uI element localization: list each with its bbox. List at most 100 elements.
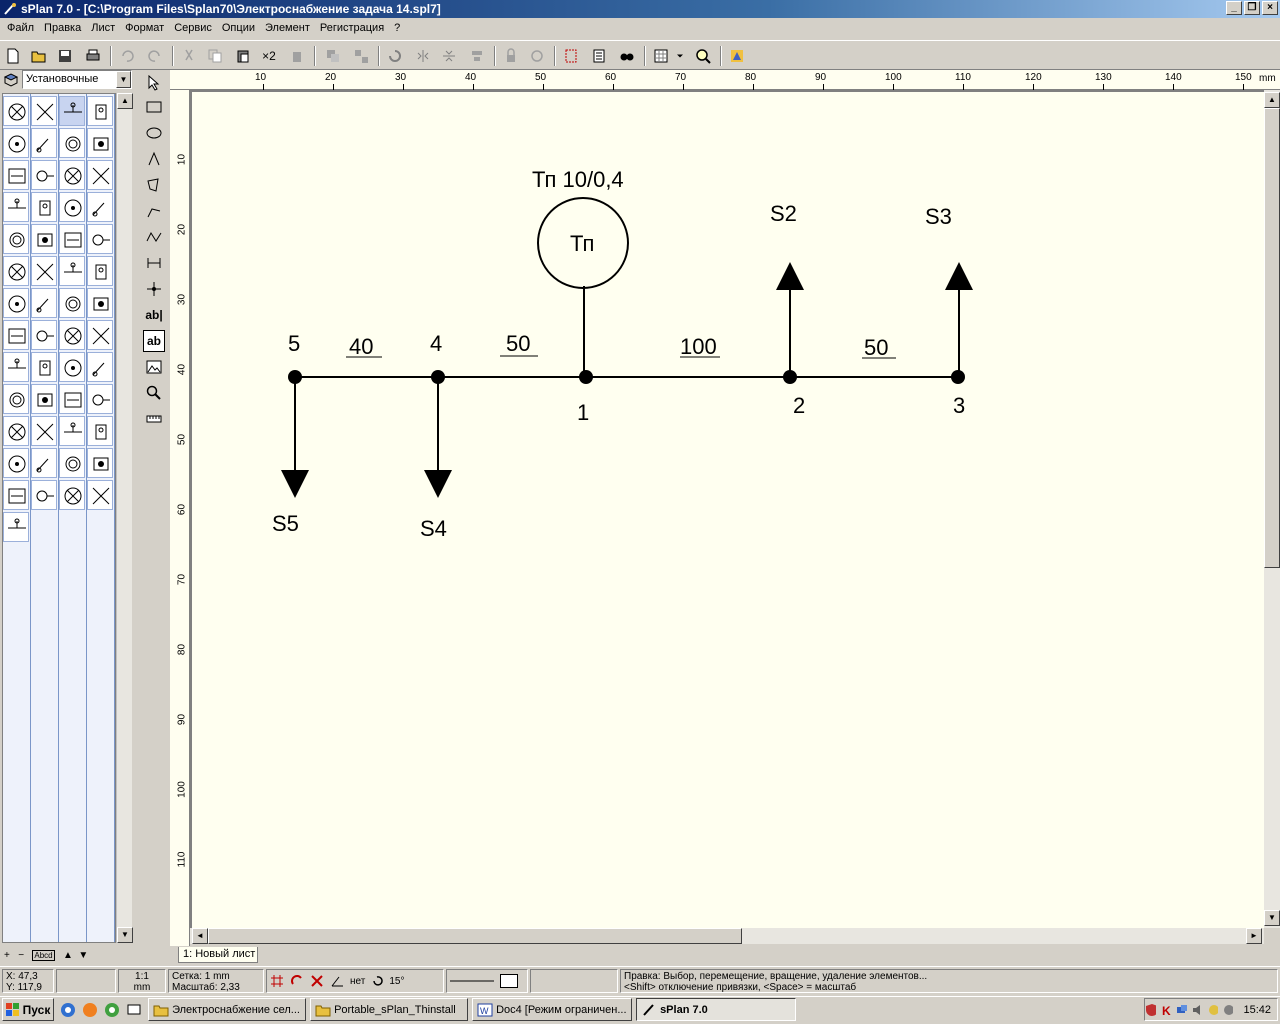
library-symbol[interactable] bbox=[87, 480, 113, 510]
menu-file[interactable]: Файл bbox=[2, 22, 39, 34]
avast-icon[interactable] bbox=[82, 1002, 98, 1018]
library-symbol[interactable] bbox=[87, 448, 113, 478]
shield-icon[interactable] bbox=[1145, 1003, 1157, 1017]
drawing-canvas[interactable]: Тп 10/0,4 Тп 5 4 1 2 3 40 50 100 50 S2 S… bbox=[190, 90, 1264, 928]
ungroup-icon[interactable] bbox=[352, 47, 370, 65]
angle-icon[interactable] bbox=[330, 974, 344, 988]
paste-icon[interactable] bbox=[234, 47, 252, 65]
library-symbol[interactable] bbox=[59, 448, 85, 478]
library-remove-button[interactable]: − bbox=[18, 950, 24, 961]
rectangle-tool-icon[interactable] bbox=[143, 96, 165, 118]
library-symbol[interactable] bbox=[59, 320, 85, 350]
library-symbol[interactable] bbox=[87, 128, 113, 158]
sheet-tab-1[interactable]: 1: Новый лист bbox=[178, 947, 258, 963]
bezier-tool-icon[interactable] bbox=[143, 226, 165, 248]
library-symbol[interactable] bbox=[59, 96, 85, 126]
library-symbol[interactable] bbox=[31, 352, 57, 382]
find-icon[interactable] bbox=[618, 47, 636, 65]
image-tool-icon[interactable] bbox=[143, 356, 165, 378]
scroll-down-icon[interactable]: ▼ bbox=[117, 927, 133, 943]
horizontal-scroll-thumb[interactable] bbox=[208, 928, 742, 944]
library-symbol[interactable] bbox=[31, 256, 57, 286]
measure-tool-icon[interactable] bbox=[143, 408, 165, 430]
magnifier-tool-icon[interactable] bbox=[143, 382, 165, 404]
library-symbol[interactable] bbox=[3, 256, 29, 286]
cut-icon[interactable] bbox=[180, 47, 198, 65]
library-symbol[interactable] bbox=[59, 192, 85, 222]
chevron-down-icon[interactable]: ▼ bbox=[116, 71, 131, 88]
volume-icon[interactable] bbox=[1191, 1003, 1202, 1017]
library-symbol[interactable] bbox=[87, 224, 113, 254]
library-symbol[interactable] bbox=[59, 160, 85, 190]
library-symbol[interactable] bbox=[87, 352, 113, 382]
polyline-tool-icon[interactable] bbox=[143, 174, 165, 196]
line-style-panel[interactable] bbox=[446, 969, 528, 993]
menu-help[interactable]: ? bbox=[389, 22, 405, 34]
library-symbol[interactable] bbox=[31, 192, 57, 222]
library-symbol[interactable] bbox=[87, 320, 113, 350]
mirror-vertical-icon[interactable] bbox=[440, 47, 458, 65]
network-icon[interactable] bbox=[1176, 1003, 1188, 1017]
menu-format[interactable]: Формат bbox=[120, 22, 169, 34]
library-symbol[interactable] bbox=[3, 352, 29, 382]
scroll-down-icon[interactable]: ▼ bbox=[1264, 910, 1280, 926]
library-symbol[interactable] bbox=[59, 224, 85, 254]
library-symbol[interactable] bbox=[3, 128, 29, 158]
node-5-dot[interactable] bbox=[288, 370, 302, 384]
library-symbol[interactable] bbox=[59, 256, 85, 286]
library-symbol[interactable] bbox=[31, 160, 57, 190]
copy-icon[interactable] bbox=[206, 47, 224, 65]
show-desktop-icon[interactable] bbox=[126, 1002, 142, 1018]
library-symbol[interactable] bbox=[3, 160, 29, 190]
library-scrollbar[interactable]: ▲ ▼ bbox=[116, 93, 133, 943]
library-text-button[interactable]: Abcd bbox=[32, 950, 55, 961]
library-symbol[interactable] bbox=[59, 128, 85, 158]
mirror-horizontal-icon[interactable] bbox=[414, 47, 432, 65]
undo-icon[interactable] bbox=[118, 47, 136, 65]
library-symbol[interactable] bbox=[31, 448, 57, 478]
restore-button[interactable]: ❐ bbox=[1244, 1, 1260, 15]
duplicate-button[interactable]: ×2 bbox=[260, 47, 278, 65]
library-symbol[interactable] bbox=[87, 160, 113, 190]
grid-icon[interactable] bbox=[652, 47, 670, 65]
group-icon[interactable] bbox=[324, 47, 342, 65]
canvas-vertical-scrollbar[interactable]: ▲ ▼ bbox=[1264, 90, 1280, 928]
rotate-step-icon[interactable] bbox=[371, 975, 384, 987]
polygon-tool-icon[interactable] bbox=[143, 148, 165, 170]
library-symbol[interactable] bbox=[87, 416, 113, 446]
snap-off-icon[interactable] bbox=[310, 974, 324, 988]
junction-tool-icon[interactable] bbox=[143, 278, 165, 300]
library-symbol[interactable] bbox=[87, 256, 113, 286]
task-splan[interactable]: sPlan 7.0 bbox=[636, 998, 796, 1021]
library-symbol[interactable] bbox=[31, 128, 57, 158]
library-category-select[interactable]: Установочные ▼ bbox=[22, 70, 132, 89]
library-symbol[interactable] bbox=[3, 448, 29, 478]
fill-color-swatch[interactable] bbox=[500, 974, 518, 988]
scroll-up-icon[interactable]: ▲ bbox=[117, 93, 133, 109]
library-symbol[interactable] bbox=[59, 416, 85, 446]
library-move-down-icon[interactable]: ▼ bbox=[78, 950, 88, 961]
lock-icon[interactable] bbox=[502, 47, 520, 65]
grid-snap-icon[interactable] bbox=[270, 974, 284, 988]
open-folder-icon[interactable] bbox=[30, 47, 48, 65]
task-word-doc4[interactable]: W Doc4 [Режим ограничен... bbox=[472, 998, 632, 1021]
tray-app2-icon[interactable] bbox=[1222, 1003, 1234, 1017]
library-symbol[interactable] bbox=[31, 480, 57, 510]
library-symbol[interactable] bbox=[3, 384, 29, 414]
library-editor-icon[interactable] bbox=[728, 47, 746, 65]
task-folder-portable[interactable]: Portable_sPlan_Thinstall bbox=[310, 998, 468, 1021]
kaspersky-icon[interactable]: K bbox=[1160, 1003, 1171, 1017]
library-add-button[interactable]: + bbox=[4, 950, 10, 961]
line-tool-icon[interactable] bbox=[143, 200, 165, 222]
pointer-icon[interactable] bbox=[143, 72, 165, 94]
menu-element[interactable]: Элемент bbox=[260, 22, 315, 34]
library-symbol[interactable] bbox=[31, 288, 57, 318]
align-icon[interactable] bbox=[468, 47, 486, 65]
library-symbol[interactable] bbox=[59, 384, 85, 414]
library-symbol[interactable] bbox=[59, 352, 85, 382]
library-symbol[interactable] bbox=[87, 384, 113, 414]
unlock-icon[interactable] bbox=[528, 47, 546, 65]
save-icon[interactable] bbox=[56, 47, 74, 65]
library-symbol[interactable] bbox=[3, 416, 29, 446]
scroll-up-icon[interactable]: ▲ bbox=[1264, 92, 1280, 108]
